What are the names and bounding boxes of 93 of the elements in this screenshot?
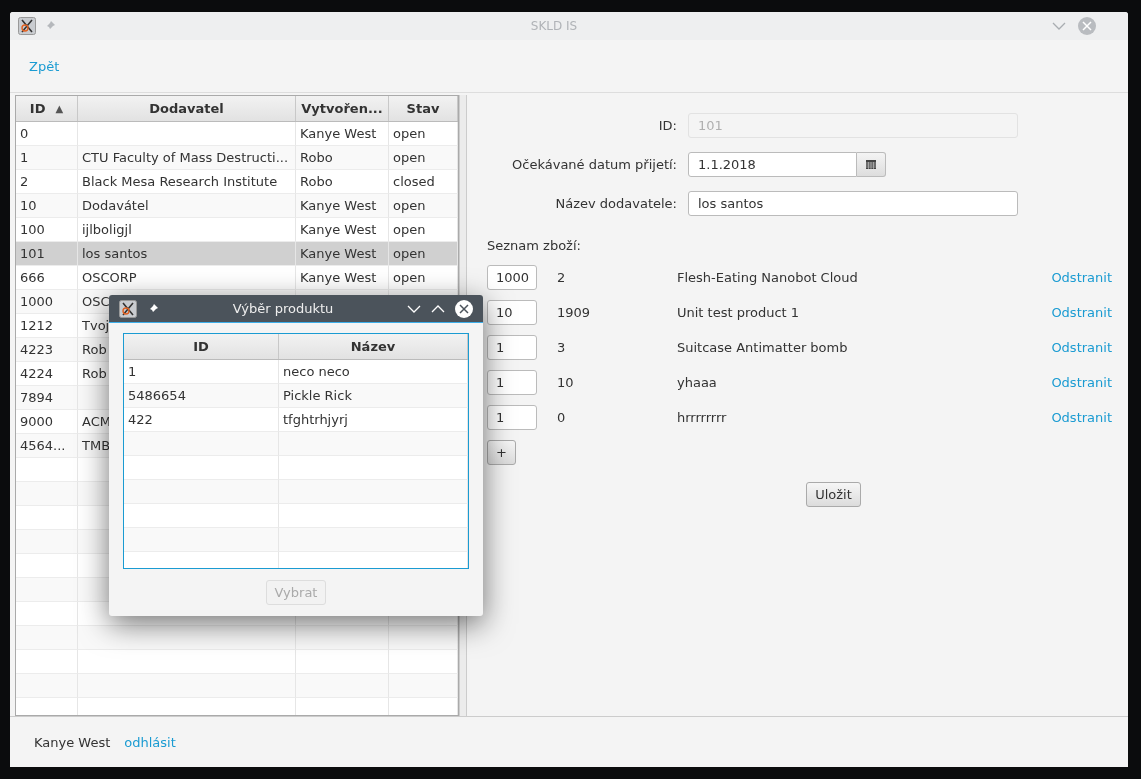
table-cell: Kanye West — [300, 270, 377, 285]
table-cell: 4224 — [20, 366, 54, 381]
window-title: SKLD IS — [529, 19, 579, 33]
table-cell: 4564... — [20, 438, 66, 453]
quantity-field[interactable]: 1 — [487, 335, 537, 360]
field-label: Název dodavatele: — [554, 196, 677, 211]
table-cell: 5486654 — [128, 388, 186, 403]
user-name: Kanye West — [34, 734, 111, 750]
quantity-field[interactable]: 1 — [487, 370, 537, 395]
column-header[interactable]: Stav — [389, 96, 458, 121]
table-cell: 7894 — [20, 390, 54, 405]
table-cell: Kanye West — [300, 222, 377, 237]
table-cell: 1 — [20, 150, 29, 165]
app-icon — [18, 17, 36, 35]
table-row[interactable]: 666 OSCORP Kanye West open — [16, 266, 458, 290]
quantity-field[interactable]: 1 — [487, 405, 537, 430]
product-id: 2 — [556, 270, 567, 285]
table-cell: open — [393, 270, 426, 285]
product-name: Flesh-Eating Nanobot Cloud — [676, 270, 859, 285]
table-cell: 1 — [128, 364, 137, 379]
table-row[interactable]: 5486654 Pickle Rick — [124, 384, 468, 408]
dialog-title: Výběr produktu — [231, 301, 335, 316]
product-name: hrrrrrrrr — [676, 410, 728, 425]
table-cell: 101 — [20, 246, 45, 261]
table-cell: Kanye West — [300, 198, 377, 213]
product-id: 0 — [556, 410, 567, 425]
table-cell: OSCORP — [82, 270, 137, 285]
table-cell: Rob — [82, 342, 107, 357]
calendar-icon — [866, 160, 876, 169]
table-cell: open — [393, 198, 426, 213]
table-cell: 422 — [128, 412, 153, 427]
table-cell: 2 — [20, 174, 29, 189]
table-cell: 4223 — [20, 342, 54, 357]
table-cell: Pickle Rick — [283, 388, 352, 403]
table-cell: 9000 — [20, 414, 54, 429]
add-button[interactable]: + — [487, 440, 516, 465]
table-cell: Black Mesa Research Institute — [82, 174, 278, 189]
table-row[interactable]: 100 ijlboligjl Kanye West open — [16, 218, 458, 242]
table-row[interactable]: 101 los santos Kanye West open — [16, 242, 458, 266]
save-button[interactable]: Uložit — [806, 482, 861, 507]
table-row[interactable]: 1 CTU Faculty of Mass Destructi... Robo open — [16, 146, 458, 170]
quantity-field[interactable]: 10 — [487, 300, 537, 325]
table-cell: TMB — [82, 438, 111, 453]
table-cell: Rob — [82, 366, 107, 381]
table-cell: closed — [393, 174, 435, 189]
date-field[interactable]: 1.1.2018 — [688, 152, 857, 177]
table-row[interactable]: 0 Kanye West open — [16, 122, 458, 146]
app-icon — [119, 299, 137, 318]
table-cell: Robo — [300, 150, 333, 165]
table-cell: tfghtrhjyrj — [283, 412, 348, 427]
table-cell: open — [393, 150, 426, 165]
table-row[interactable]: 1 neco neco — [124, 360, 468, 384]
product-name: Unit test product 1 — [676, 305, 801, 320]
column-header[interactable]: ID — [124, 334, 279, 359]
product-name: yhaaa — [676, 375, 718, 390]
table-cell: Robo — [300, 174, 333, 189]
table-cell: open — [393, 246, 426, 261]
table-cell: 0 — [20, 126, 29, 141]
column-header[interactable]: Název — [279, 334, 468, 359]
product-id: 3 — [556, 340, 567, 355]
table-cell: Dodavátel — [82, 198, 149, 213]
table-cell: ijlboligjl — [82, 222, 132, 237]
table-cell: open — [393, 222, 426, 237]
product-name: Suitcase Antimatter bomb — [676, 340, 849, 355]
column-header[interactable]: Vytvořen... — [296, 96, 389, 121]
text-field[interactable]: los santos — [688, 191, 1018, 216]
table-cell: los santos — [82, 246, 148, 261]
table-cell: open — [393, 126, 426, 141]
table-row[interactable]: 422 tfghtrhjyrj — [124, 408, 468, 432]
table-cell: Kanye West — [300, 126, 377, 141]
section-label: Seznam zboží: — [487, 238, 582, 253]
table-cell: neco neco — [283, 364, 350, 379]
table-cell: 10 — [20, 198, 37, 213]
table-cell: 1212 — [20, 318, 54, 333]
column-header[interactable]: Dodavatel — [78, 96, 296, 121]
field-label: Očekávané datum přijetí: — [511, 157, 677, 172]
table-cell: Tvoj — [82, 318, 110, 333]
product-id: 1909 — [556, 305, 592, 320]
table-cell: 666 — [20, 270, 45, 285]
calendar-button[interactable] — [857, 152, 886, 177]
close-icon[interactable] — [455, 299, 473, 318]
product-id: 10 — [556, 375, 575, 390]
field-label: ID: — [657, 118, 677, 133]
table-cell: CTU Faculty of Mass Destructi... — [82, 150, 289, 165]
maximize-icon[interactable] — [431, 303, 445, 314]
table-cell: Kanye West — [300, 246, 377, 261]
table-row[interactable]: 10 Dodavátel Kanye West open — [16, 194, 458, 218]
quantity-field[interactable]: 1000 — [487, 265, 537, 290]
table-cell: 100 — [20, 222, 45, 237]
column-header[interactable]: ID ▲ — [16, 96, 78, 121]
table-cell: OSC — [82, 294, 110, 309]
table-row[interactable]: 2 Black Mesa Research Institute Robo closed — [16, 170, 458, 194]
table-cell: 1000 — [20, 294, 54, 309]
